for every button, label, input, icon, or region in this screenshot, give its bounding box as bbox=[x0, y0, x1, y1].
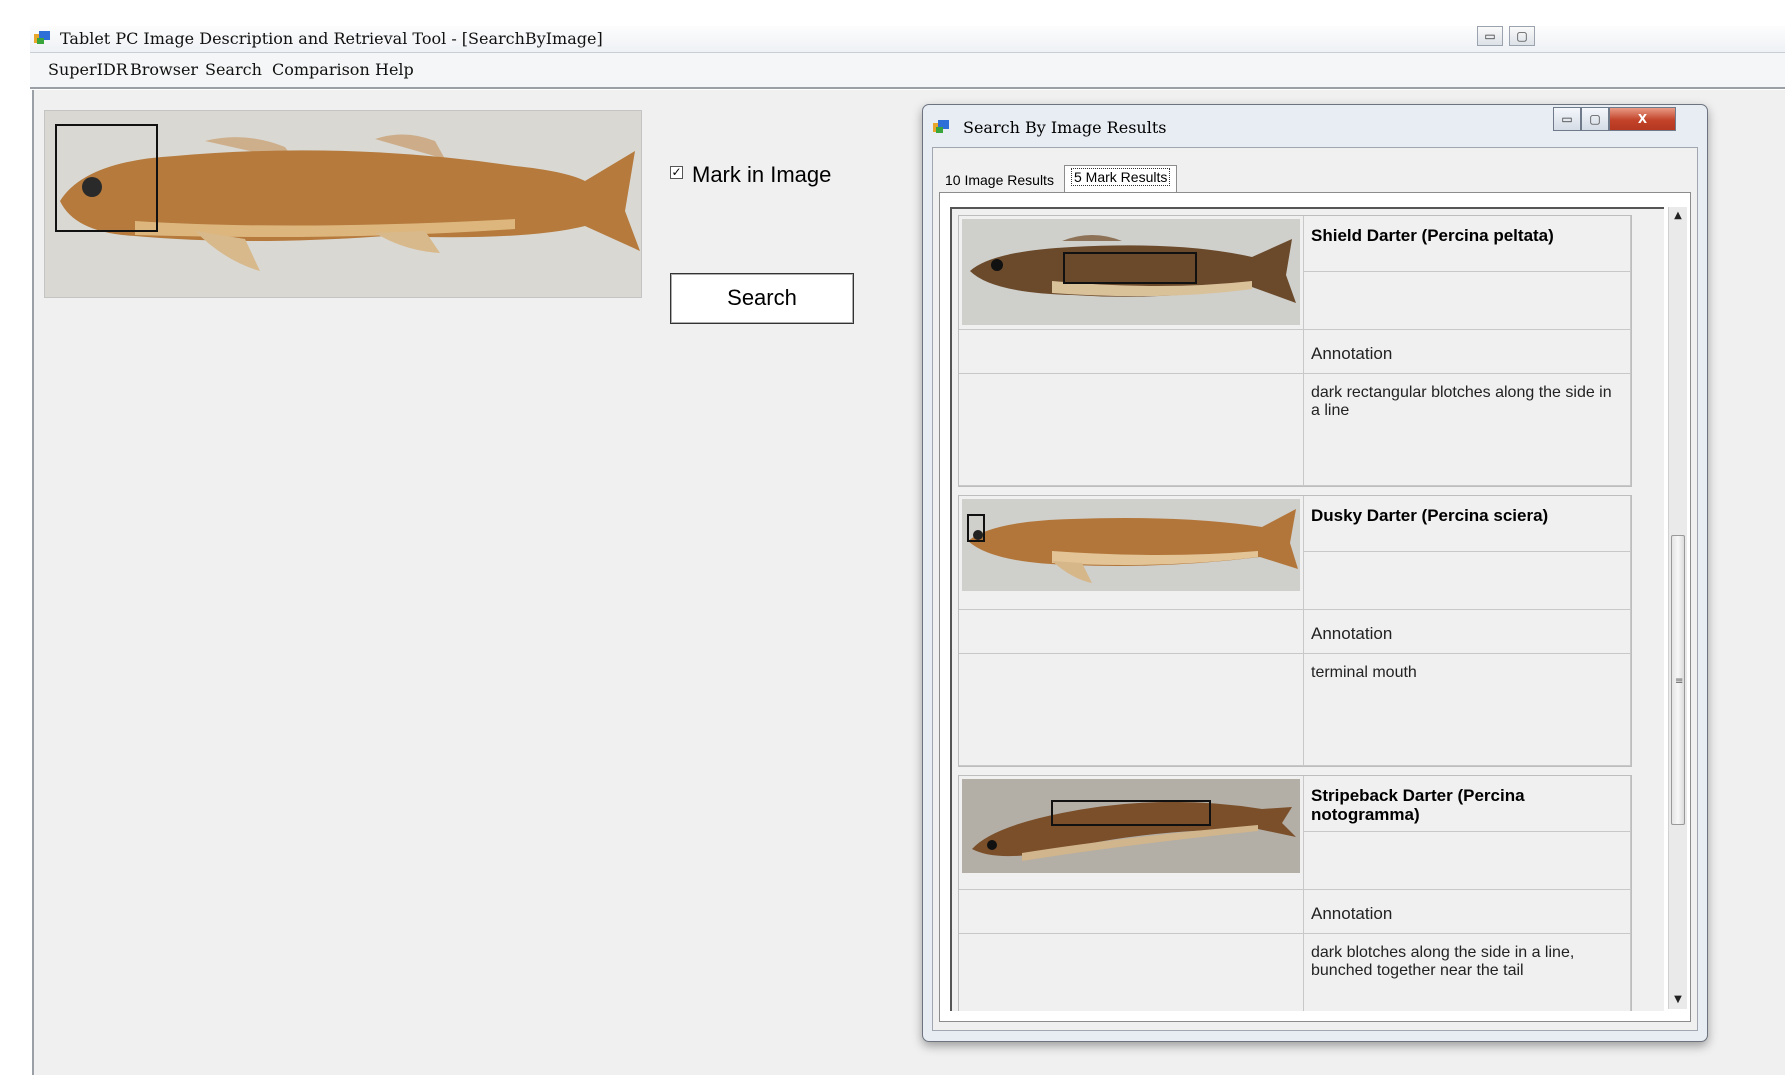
dialog-body: 10 Image Results 5 Mark Results Shield D… bbox=[932, 147, 1698, 1031]
tab-image-results[interactable]: 10 Image Results bbox=[945, 168, 1054, 192]
search-button[interactable]: Search bbox=[670, 273, 854, 324]
dialog-titlebar[interactable]: Search By Image Results ▭ ▢ X bbox=[923, 105, 1707, 145]
species-name: Shield Darter (Percina peltata) bbox=[1311, 226, 1554, 245]
annotation-label: Annotation bbox=[1311, 344, 1393, 363]
app-icon bbox=[34, 31, 50, 44]
result-thumbnail[interactable] bbox=[962, 779, 1300, 873]
annotation-text: dark blotches along the side in a line, … bbox=[1311, 944, 1575, 979]
result-empty-cell bbox=[1304, 552, 1631, 610]
menu-superidr[interactable]: SuperIDR bbox=[48, 60, 128, 79]
result-empty-cell bbox=[1304, 832, 1631, 890]
annotation-label: Annotation bbox=[1311, 624, 1393, 643]
scroll-thumb[interactable]: ≡ bbox=[1671, 535, 1685, 825]
result-thumbnail[interactable] bbox=[962, 219, 1300, 325]
result-empty-cell bbox=[959, 890, 1304, 934]
minimize-icon[interactable]: ▭ bbox=[1477, 26, 1503, 46]
annotation-text: dark rectangular blotches along the side… bbox=[1311, 384, 1612, 419]
main-window-titlebar: Tablet PC Image Description and Retrieva… bbox=[30, 26, 1785, 53]
mark-in-image-checkbox[interactable]: ✓ bbox=[670, 166, 683, 179]
tab-mark-results[interactable]: 5 Mark Results bbox=[1064, 165, 1178, 193]
scroll-up-icon[interactable]: ▲ bbox=[1669, 207, 1687, 225]
species-name: Stripeback Darter (Percina notogramma) bbox=[1311, 786, 1525, 824]
dialog-app-icon bbox=[933, 120, 949, 133]
result-empty-cell bbox=[959, 934, 1304, 1011]
menu-bar: SuperIDR Browser Search Comparison Help bbox=[30, 53, 1785, 89]
menu-help[interactable]: Help bbox=[375, 60, 414, 79]
window-title: Tablet PC Image Description and Retrieva… bbox=[60, 29, 603, 48]
search-results-dialog: Search By Image Results ▭ ▢ X 10 Image R… bbox=[922, 104, 1708, 1042]
result-empty-cell bbox=[959, 654, 1304, 766]
annotation-label: Annotation bbox=[1311, 904, 1393, 923]
dialog-title: Search By Image Results bbox=[963, 118, 1167, 137]
fish-thumbnail bbox=[962, 779, 1300, 873]
scroll-grip-icon: ≡ bbox=[1675, 676, 1684, 687]
dialog-minimize-icon[interactable]: ▭ bbox=[1553, 107, 1581, 131]
mark-in-image-label[interactable]: Mark in Image bbox=[692, 162, 831, 188]
dialog-close-icon[interactable]: X bbox=[1609, 107, 1676, 131]
species-name: Dusky Darter (Percina sciera) bbox=[1311, 506, 1549, 525]
results-list[interactable]: Shield Darter (Percina peltata) Annotati… bbox=[950, 207, 1664, 1011]
menu-search[interactable]: Search bbox=[205, 60, 262, 79]
result-item[interactable]: Dusky Darter (Percina sciera) Annotation… bbox=[958, 495, 1632, 767]
results-scrollbar[interactable]: ▲ ≡ ▼ bbox=[1668, 207, 1687, 1009]
result-item[interactable]: Shield Darter (Percina peltata) Annotati… bbox=[958, 215, 1632, 487]
result-empty-cell bbox=[959, 610, 1304, 654]
result-empty-cell bbox=[1304, 272, 1631, 330]
dialog-maximize-icon[interactable]: ▢ bbox=[1581, 107, 1609, 131]
menu-comparison[interactable]: Comparison bbox=[272, 60, 370, 79]
maximize-icon[interactable]: ▢ bbox=[1509, 26, 1535, 46]
result-empty-cell bbox=[959, 330, 1304, 374]
annotation-text: terminal mouth bbox=[1311, 664, 1417, 681]
result-thumbnail[interactable] bbox=[962, 499, 1300, 591]
fish-thumbnail bbox=[962, 219, 1300, 325]
result-item[interactable]: Stripeback Darter (Percina notogramma) A… bbox=[958, 775, 1632, 1011]
result-empty-cell bbox=[959, 374, 1304, 486]
scroll-down-icon[interactable]: ▼ bbox=[1669, 991, 1687, 1009]
query-image[interactable] bbox=[44, 110, 642, 298]
fish-image bbox=[45, 111, 641, 297]
tab-mark-results-label: 5 Mark Results bbox=[1071, 168, 1171, 186]
fish-thumbnail bbox=[962, 499, 1300, 591]
dialog-window-controls: ▭ ▢ X bbox=[1553, 107, 1698, 133]
menu-browser[interactable]: Browser bbox=[130, 60, 198, 79]
mark-results-panel: Shield Darter (Percina peltata) Annotati… bbox=[939, 192, 1691, 1022]
